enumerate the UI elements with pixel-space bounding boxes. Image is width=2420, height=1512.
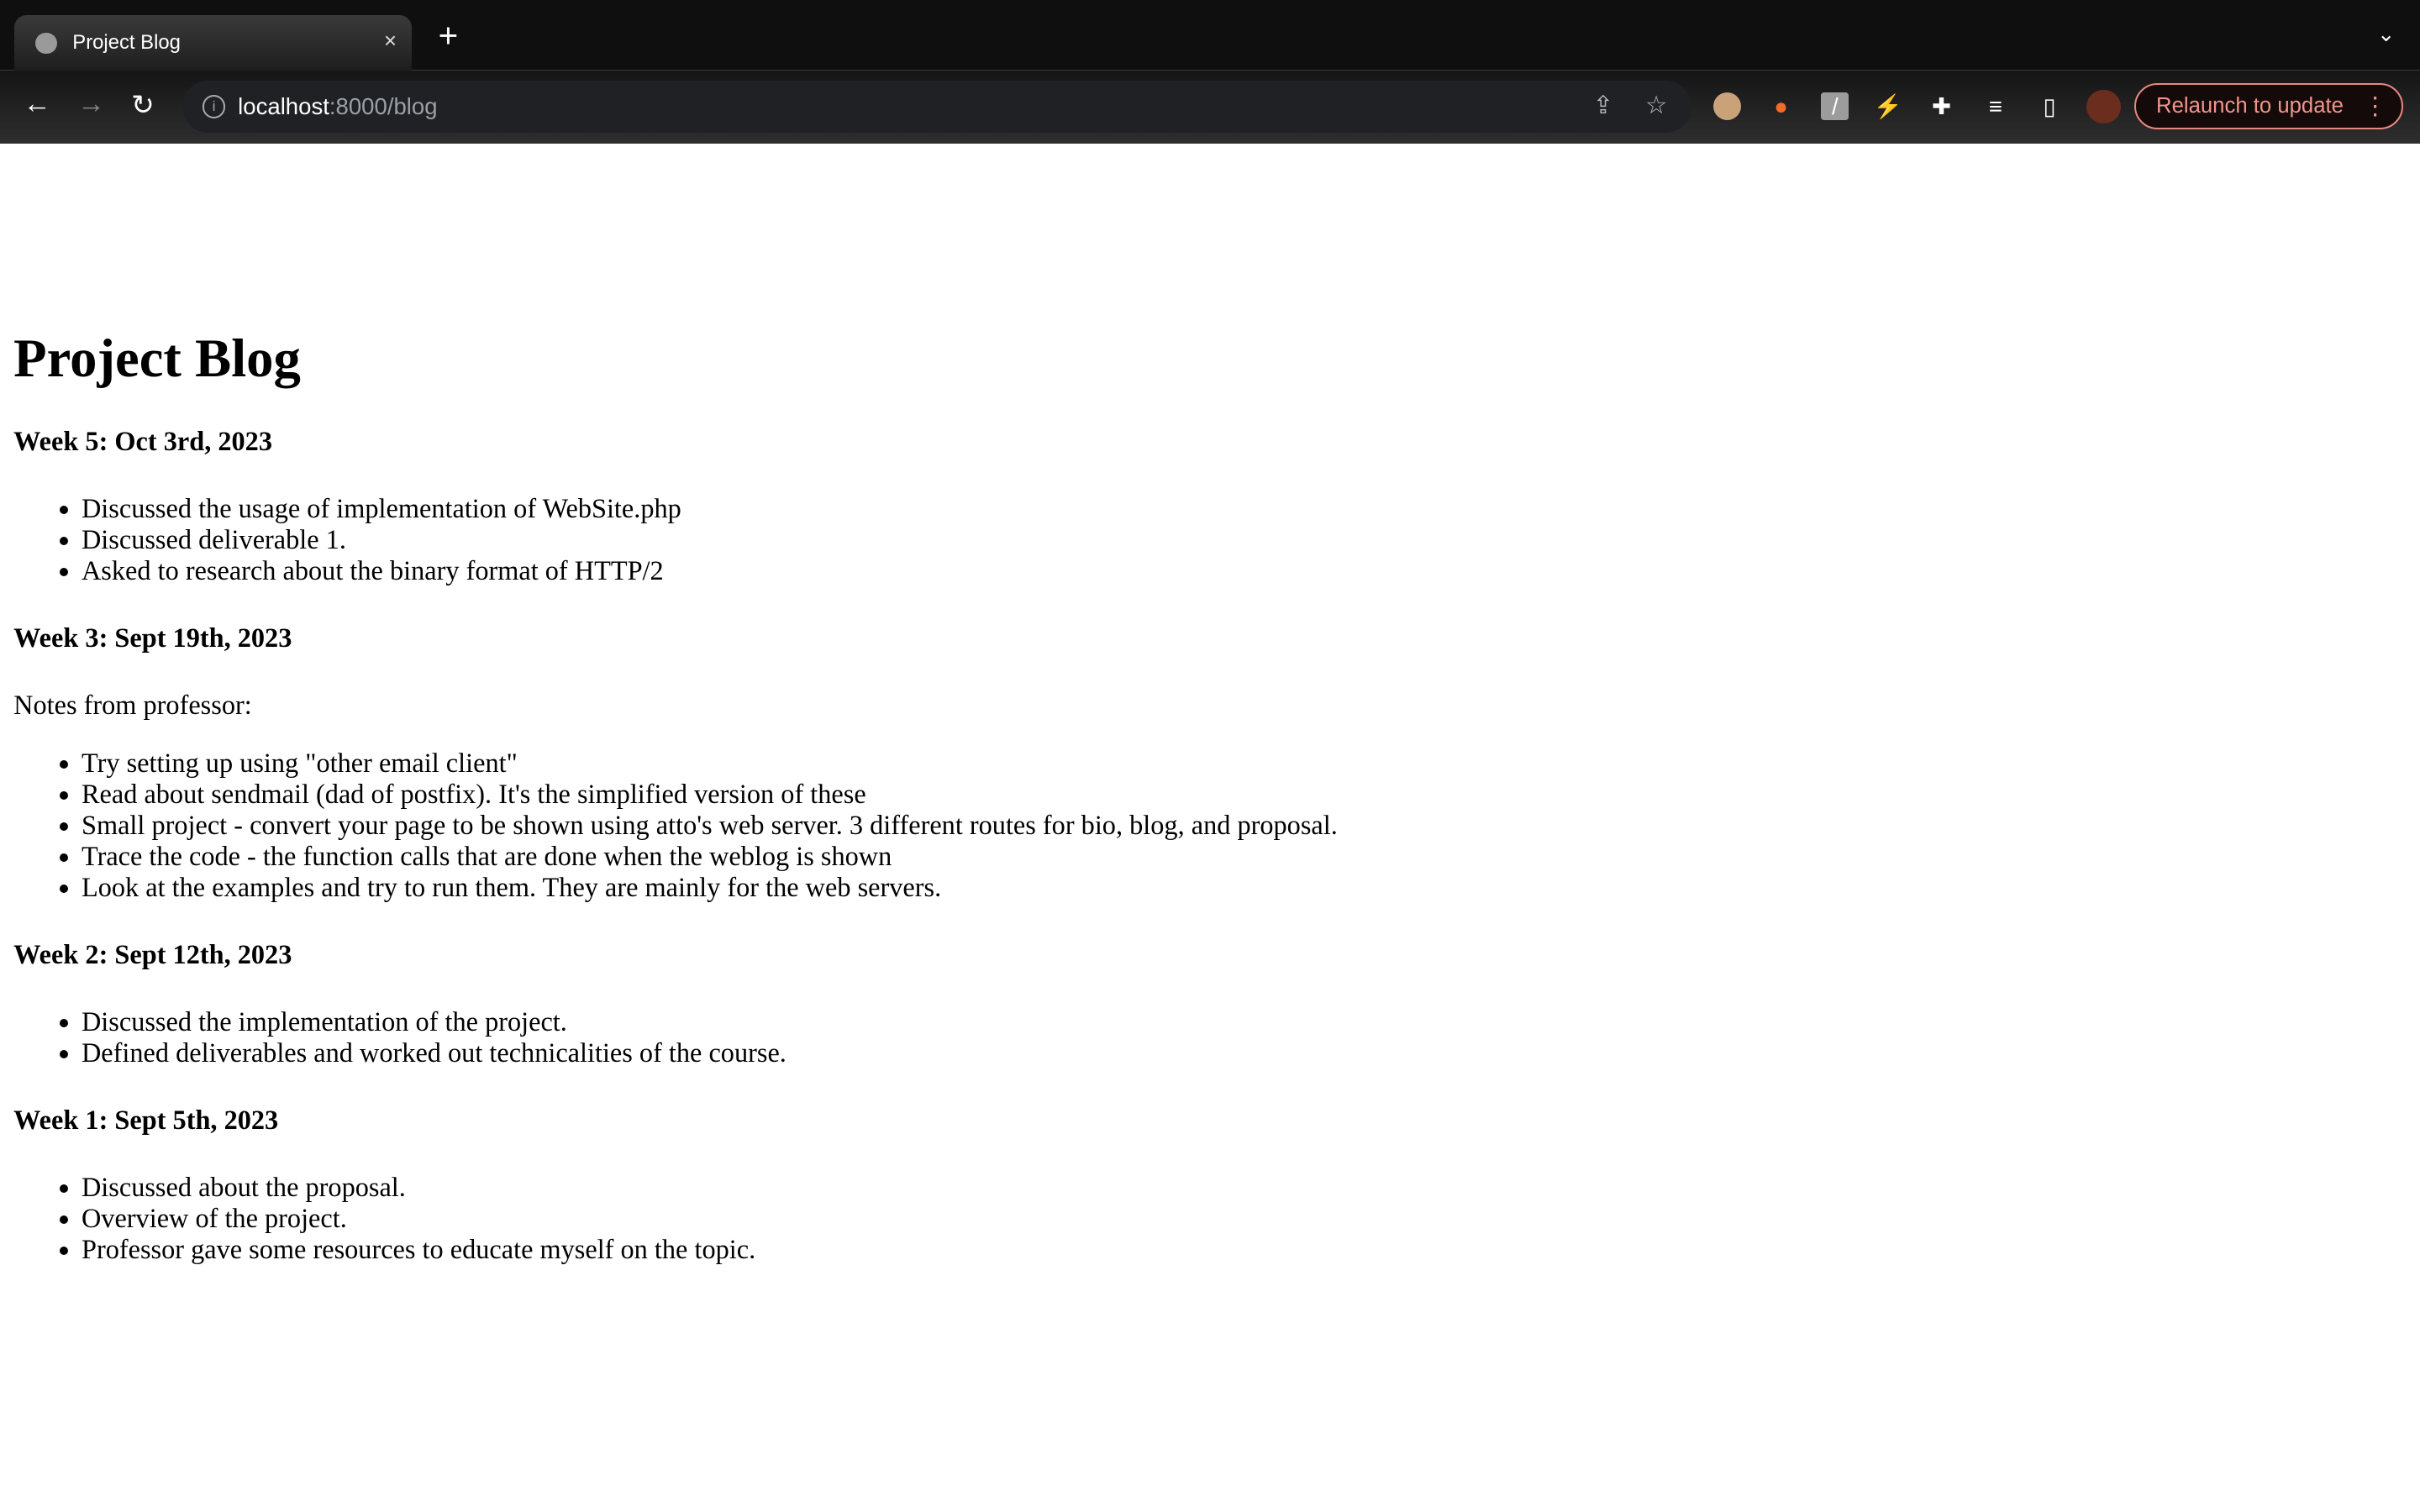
list-item: Look at the examples and try to run them… xyxy=(82,872,2420,903)
week-heading: Week 1: Sept 5th, 2023 xyxy=(13,1105,279,1136)
lightning-icon[interactable]: ⚡ xyxy=(1874,92,1902,120)
notes-list: Discussed the implementation of the proj… xyxy=(13,1006,2420,1068)
extension-orange-icon[interactable]: ● xyxy=(1767,92,1795,120)
tab-title: Project Blog xyxy=(72,31,181,55)
info-icon[interactable]: i xyxy=(202,94,226,118)
tab-bar: Project Blog × + ⌄ xyxy=(0,0,2420,71)
page-title: Project Blog xyxy=(13,327,301,388)
profile-avatar[interactable] xyxy=(2086,89,2121,123)
list-item: Discussed about the proposal. xyxy=(82,1172,2420,1203)
relaunch-label: Relaunch to update xyxy=(2156,94,2344,118)
side-panel-icon[interactable]: ▯ xyxy=(2036,92,2064,120)
list-item: Discussed the implementation of the proj… xyxy=(82,1006,2420,1037)
reading-list-icon[interactable]: ≡ xyxy=(1981,92,2009,120)
reload-icon[interactable]: ↻ xyxy=(131,88,155,122)
notes-list: Discussed about the proposal.Overview of… xyxy=(13,1172,2420,1265)
star-icon[interactable]: ☆ xyxy=(1645,91,1667,120)
url-path: :8000/blog xyxy=(329,92,438,119)
list-item: Discussed deliverable 1. xyxy=(82,524,2420,555)
menu-icon[interactable]: ⋮ xyxy=(2363,92,2387,121)
chevron-down-icon[interactable]: ⌄ xyxy=(2377,22,2396,47)
new-tab-button[interactable]: + xyxy=(439,18,459,52)
relaunch-button[interactable]: Relaunch to update ⋮ xyxy=(2134,83,2403,130)
tab-project-blog[interactable]: Project Blog × xyxy=(13,15,413,71)
globe-icon xyxy=(35,32,57,55)
share-icon[interactable]: ⇪ xyxy=(1592,91,1613,120)
week-heading: Week 5: Oct 3rd, 2023 xyxy=(13,426,272,457)
back-icon[interactable]: ← xyxy=(24,88,51,120)
address-bar[interactable]: i localhost:8000/blog ⇪ ☆ xyxy=(182,80,1691,133)
week-heading: Week 2: Sept 12th, 2023 xyxy=(13,939,292,970)
list-item: Try setting up using "other email client… xyxy=(82,748,2420,779)
list-item: Defined deliverables and worked out tech… xyxy=(82,1037,2420,1068)
puzzle-icon[interactable]: ✚ xyxy=(1928,92,1955,120)
notes-list: Discussed the usage of implementation of… xyxy=(13,493,2420,586)
list-item: Overview of the project. xyxy=(82,1203,2420,1234)
extension-gray-icon[interactable]: / xyxy=(1821,92,1849,121)
list-item: Small project - convert your page to be … xyxy=(82,810,2420,841)
list-item: Read about sendmail (dad of postfix). It… xyxy=(82,779,2420,810)
list-item: Asked to research about the binary forma… xyxy=(82,555,2420,586)
close-tab-icon[interactable]: × xyxy=(384,29,397,54)
section-note: Notes from professor: xyxy=(13,690,252,721)
forward-icon[interactable]: → xyxy=(77,88,105,120)
week-heading: Week 3: Sept 19th, 2023 xyxy=(13,622,292,654)
toolbar: ← → ↻ i localhost:8000/blog ⇪ ☆ ● / ⚡ ✚ … xyxy=(0,71,2420,144)
list-item: Trace the code - the function calls that… xyxy=(82,841,2420,872)
page-content: Project Blog Week 5: Oct 3rd, 2023 Discus… xyxy=(0,290,2420,1292)
notes-list: Try setting up using "other email client… xyxy=(13,748,2420,903)
list-item: Professor gave some resources to educate… xyxy=(82,1234,2420,1265)
url-host: localhost xyxy=(238,92,329,119)
list-item: Discussed the usage of implementation of… xyxy=(82,493,2420,524)
browser-chrome: Project Blog × + ⌄ ← → ↻ i localhost:800… xyxy=(0,0,2420,144)
extension-avatar-icon[interactable] xyxy=(1712,92,1741,121)
